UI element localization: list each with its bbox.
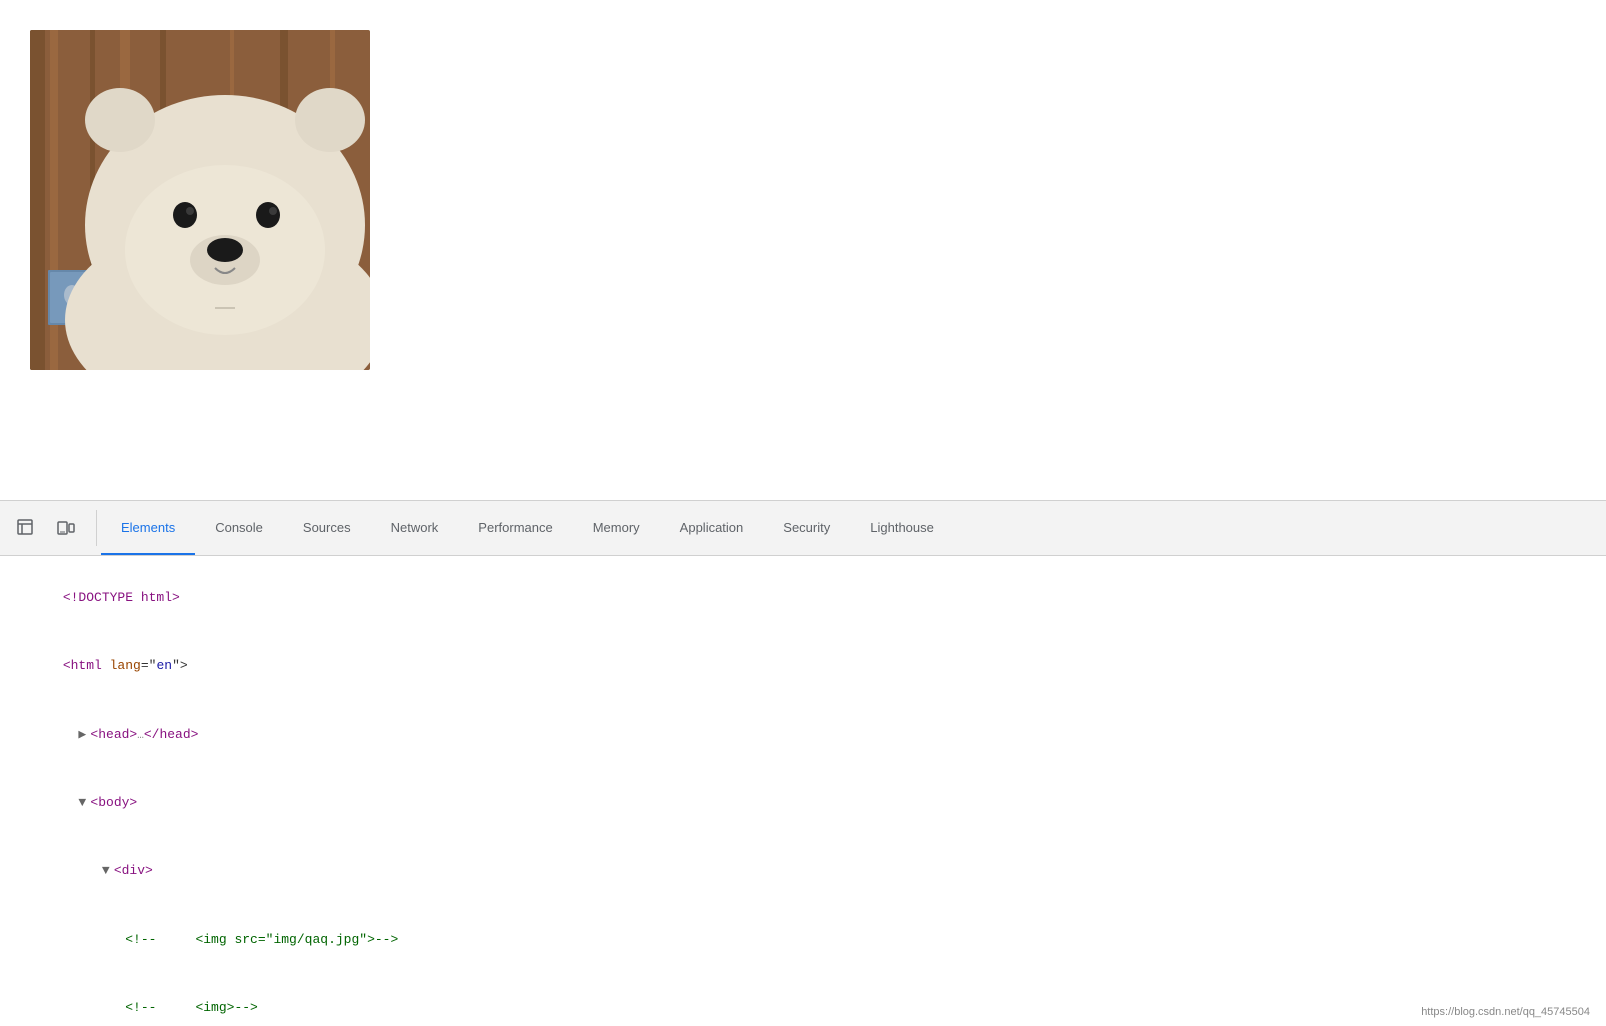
body-triangle[interactable]: ▼ bbox=[78, 792, 90, 814]
tab-elements[interactable]: Elements bbox=[101, 501, 195, 555]
html-line-doctype[interactable]: <!DOCTYPE html> bbox=[0, 564, 1606, 632]
tab-network[interactable]: Network bbox=[371, 501, 459, 555]
tab-sources[interactable]: Sources bbox=[283, 501, 371, 555]
html-line-html[interactable]: <html lang="en"> bbox=[0, 632, 1606, 700]
device-toolbar-button[interactable] bbox=[48, 510, 84, 546]
html-line-comment1[interactable]: <!-- <img src="img/qaq.jpg">--> bbox=[0, 905, 1606, 973]
bear-image bbox=[30, 30, 370, 370]
toolbar-icons bbox=[8, 510, 97, 546]
devtools-panel: Elements Console Sources Network Perform… bbox=[0, 500, 1606, 1026]
html-line-head[interactable]: ▶<head>…</head> bbox=[0, 701, 1606, 769]
devtools-tabs: Elements Console Sources Network Perform… bbox=[101, 501, 954, 555]
elements-content[interactable]: <!DOCTYPE html> <html lang="en"> ▶<head>… bbox=[0, 556, 1606, 1026]
devtools-url: https://blog.csdn.net/qq_45745504 bbox=[1421, 1006, 1590, 1018]
html-line-comment2[interactable]: <!-- <img>--> bbox=[0, 974, 1606, 1026]
tab-memory[interactable]: Memory bbox=[573, 501, 660, 555]
tab-security[interactable]: Security bbox=[763, 501, 850, 555]
head-triangle[interactable]: ▶ bbox=[78, 724, 90, 746]
html-line-div[interactable]: ▼<div> bbox=[0, 837, 1606, 905]
tab-performance[interactable]: Performance bbox=[458, 501, 572, 555]
browser-viewport bbox=[0, 0, 1606, 500]
tab-lighthouse[interactable]: Lighthouse bbox=[850, 501, 954, 555]
devtools-toolbar: Elements Console Sources Network Perform… bbox=[0, 501, 1606, 556]
html-line-body[interactable]: ▼<body> bbox=[0, 769, 1606, 837]
inspect-element-button[interactable] bbox=[8, 510, 44, 546]
div-triangle[interactable]: ▼ bbox=[102, 860, 114, 882]
tab-application[interactable]: Application bbox=[660, 501, 764, 555]
tab-console[interactable]: Console bbox=[195, 501, 283, 555]
